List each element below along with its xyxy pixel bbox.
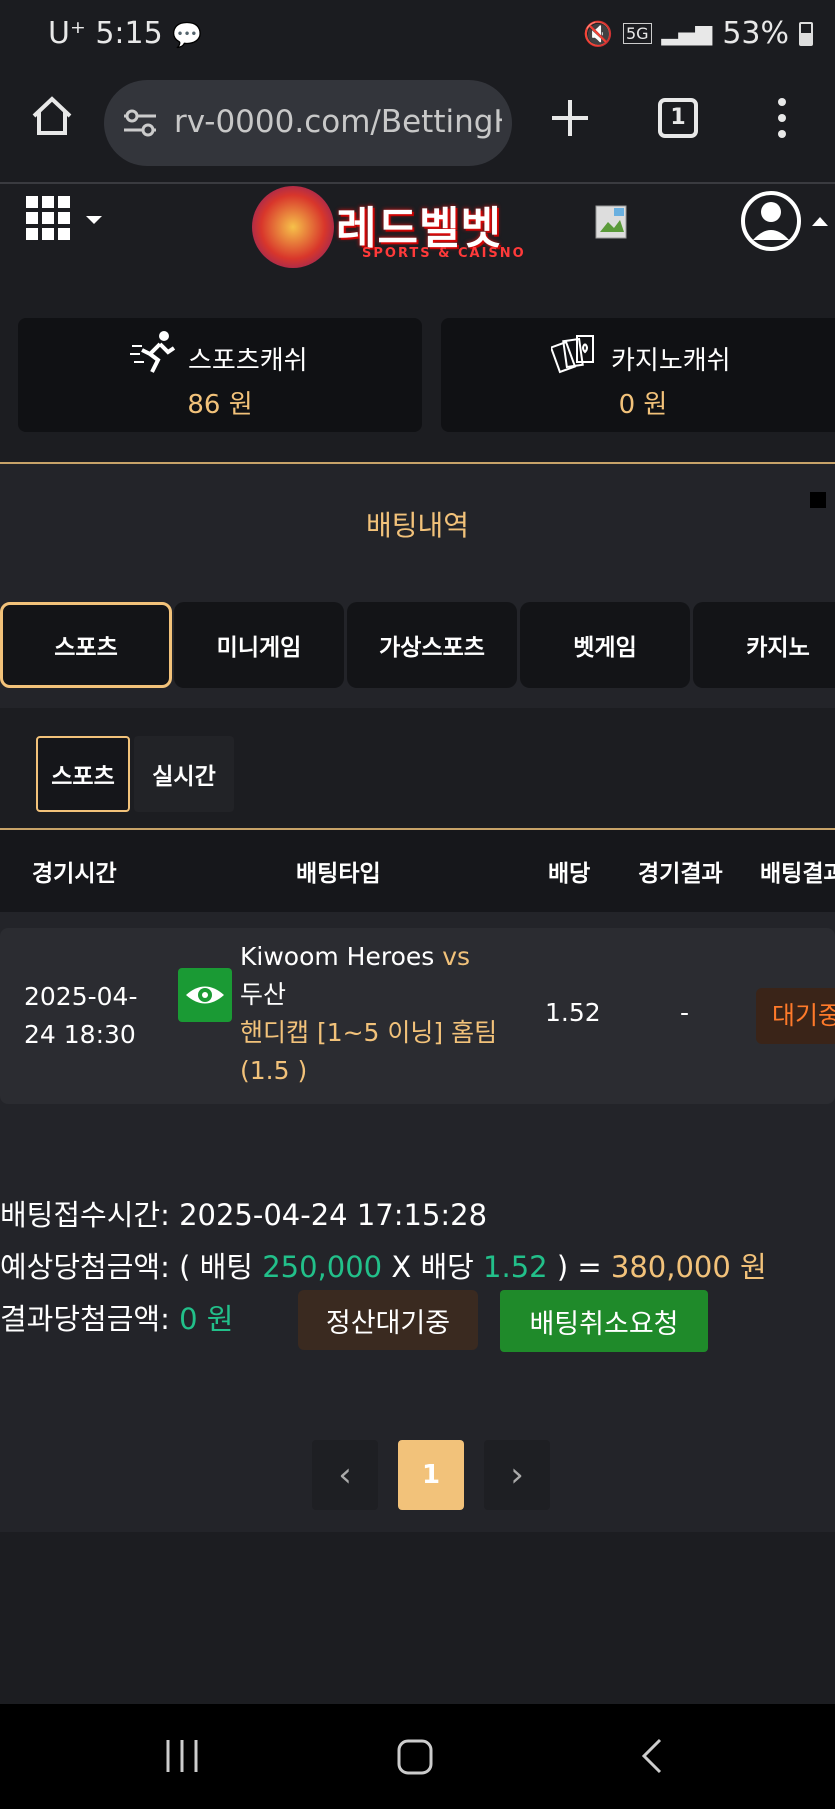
- subtab-sports[interactable]: 스포츠: [36, 736, 130, 812]
- more-menu-icon[interactable]: [772, 96, 792, 140]
- casino-cash-label: 카지노캐쉬: [611, 346, 731, 376]
- android-nav-bar: [0, 1704, 835, 1809]
- logo-characters-image: [252, 186, 334, 268]
- header-match-time: 경기시간: [32, 861, 117, 887]
- mute-icon: 🔇: [583, 19, 613, 48]
- cancel-bet-request-button[interactable]: 배팅취소요청: [500, 1290, 708, 1352]
- url-text[interactable]: rv-0000.com/BettingH: [174, 104, 502, 140]
- match-info: Kiwoom Heroes vs 두산 핸디캡 [1~5 이닝] 홈팀 (1.5…: [240, 938, 500, 1090]
- tab-casino[interactable]: 카지노: [693, 602, 835, 688]
- home-icon[interactable]: [30, 94, 74, 138]
- vs-label: vs: [442, 942, 471, 971]
- chat-icon: 💬: [172, 21, 203, 49]
- settlement-pending-button[interactable]: 정산대기중: [298, 1290, 478, 1350]
- casino-cash-card[interactable]: 카지노캐쉬 0 원: [441, 318, 835, 432]
- bet-type-label: 핸디캡 [1~5 이닝] 홈팀 (1.5 ): [240, 1018, 498, 1085]
- received-time-label: 배팅접수시간:: [0, 1198, 170, 1232]
- signal-icon: ▂▄▆: [661, 21, 713, 46]
- result-win-amount: 0 원: [179, 1302, 234, 1336]
- sports-cash-label: 스포츠캐쉬: [188, 346, 308, 376]
- battery-icon: [799, 21, 813, 46]
- match-time: 2025-04-24 18:30: [24, 982, 138, 1049]
- battery-label: 53%: [722, 16, 789, 51]
- broken-image-icon: [594, 204, 630, 240]
- sports-cash-value: 86 원: [187, 390, 253, 420]
- status-left: U⁺ 5:15 💬: [48, 16, 202, 51]
- sports-cash-card[interactable]: 스포츠캐쉬 86 원: [18, 318, 422, 432]
- subtab-panel: 스포츠 실시간: [0, 708, 835, 828]
- site-header: 레드벨벳 SPORTS & CAISNO: [0, 186, 835, 276]
- home-team: Kiwoom Heroes: [240, 942, 435, 971]
- header-bet-type: 배팅타입: [296, 861, 381, 887]
- new-tab-icon[interactable]: [548, 96, 592, 140]
- table-row[interactable]: 2025-04-24 18:30 Kiwoom Heroes vs 두산 핸디캡…: [0, 928, 835, 1104]
- header-match-result: 경기결과: [638, 861, 723, 887]
- status-right: 🔇 5G ▂▄▆ 53%: [583, 16, 813, 51]
- home-nav-icon[interactable]: [396, 1738, 434, 1780]
- result-win-label: 결과당첨금액:: [0, 1302, 170, 1336]
- away-team: 두산: [240, 980, 287, 1009]
- user-account-icon[interactable]: [740, 190, 835, 252]
- header-bet-result: 배팅결과: [760, 861, 835, 887]
- address-bar[interactable]: rv-0000.com/BettingH: [104, 80, 512, 166]
- status-bar: U⁺ 5:15 💬 🔇 5G ▂▄▆ 53%: [0, 0, 835, 68]
- received-time-value: 2025-04-24 17:15:28: [179, 1198, 488, 1232]
- current-page-button[interactable]: 1: [398, 1440, 464, 1510]
- table-header: 경기시간 배팅타입 배당 경기결과 배팅결과: [0, 828, 835, 912]
- carrier-label: U⁺: [48, 16, 86, 51]
- recent-apps-icon[interactable]: [164, 1738, 200, 1778]
- running-person-icon: [130, 330, 178, 380]
- odds-value: 1.52: [545, 998, 601, 1027]
- expected-win-label: 예상당첨금액:: [0, 1250, 170, 1284]
- eye-icon[interactable]: [178, 968, 232, 1022]
- match-result-value: -: [680, 998, 690, 1027]
- corner-square: [810, 492, 826, 508]
- expected-win-line: 예상당첨금액: ( 배팅 250,000 X 배당 1.52 ) = 380,0…: [0, 1244, 767, 1286]
- tab-virtual-sports[interactable]: 가상스포츠: [347, 602, 517, 688]
- prev-page-button[interactable]: ‹: [312, 1440, 378, 1510]
- browser-toolbar: rv-0000.com/BettingH 1: [0, 68, 835, 184]
- grid-menu-icon[interactable]: [26, 196, 106, 246]
- header-odds: 배당: [548, 861, 591, 887]
- subtab-live[interactable]: 실시간: [134, 736, 234, 812]
- network-label: 5G: [622, 23, 652, 44]
- result-win-line: 결과당첨금액: 0 원: [0, 1296, 233, 1338]
- times-odds-label: X 배당: [391, 1250, 474, 1284]
- tab-sports[interactable]: 스포츠: [0, 602, 172, 688]
- section-title: 배팅내역: [365, 509, 470, 542]
- clock: 5:15: [95, 16, 163, 51]
- tab-betgame[interactable]: 벳게임: [520, 602, 690, 688]
- playing-cards-icon: [549, 330, 599, 382]
- back-nav-icon[interactable]: [636, 1736, 666, 1780]
- site-settings-icon[interactable]: [122, 108, 158, 142]
- tab-switcher-button[interactable]: 1: [658, 98, 698, 138]
- bet-status-badge: 대기중: [756, 988, 835, 1044]
- bet-close-paren: ) =: [556, 1250, 602, 1284]
- tab-minigame[interactable]: 미니게임: [174, 602, 344, 688]
- site-logo-subtitle: SPORTS & CAISNO: [362, 246, 526, 261]
- next-page-button[interactable]: ›: [484, 1440, 550, 1510]
- bet-amount: 250,000: [262, 1250, 383, 1284]
- received-time-line: 배팅접수시간: 2025-04-24 17:15:28: [0, 1192, 487, 1234]
- detail-odds: 1.52: [483, 1250, 548, 1284]
- expected-win-amount: 380,000 원: [610, 1250, 767, 1284]
- bet-open-paren: ( 배팅: [179, 1250, 253, 1284]
- betting-history-section: 배팅내역 스포츠 미니게임 가상스포츠 벳게임 카지노 스포츠 실시간 경기시간…: [0, 462, 835, 1532]
- casino-cash-value: 0 원: [618, 390, 668, 420]
